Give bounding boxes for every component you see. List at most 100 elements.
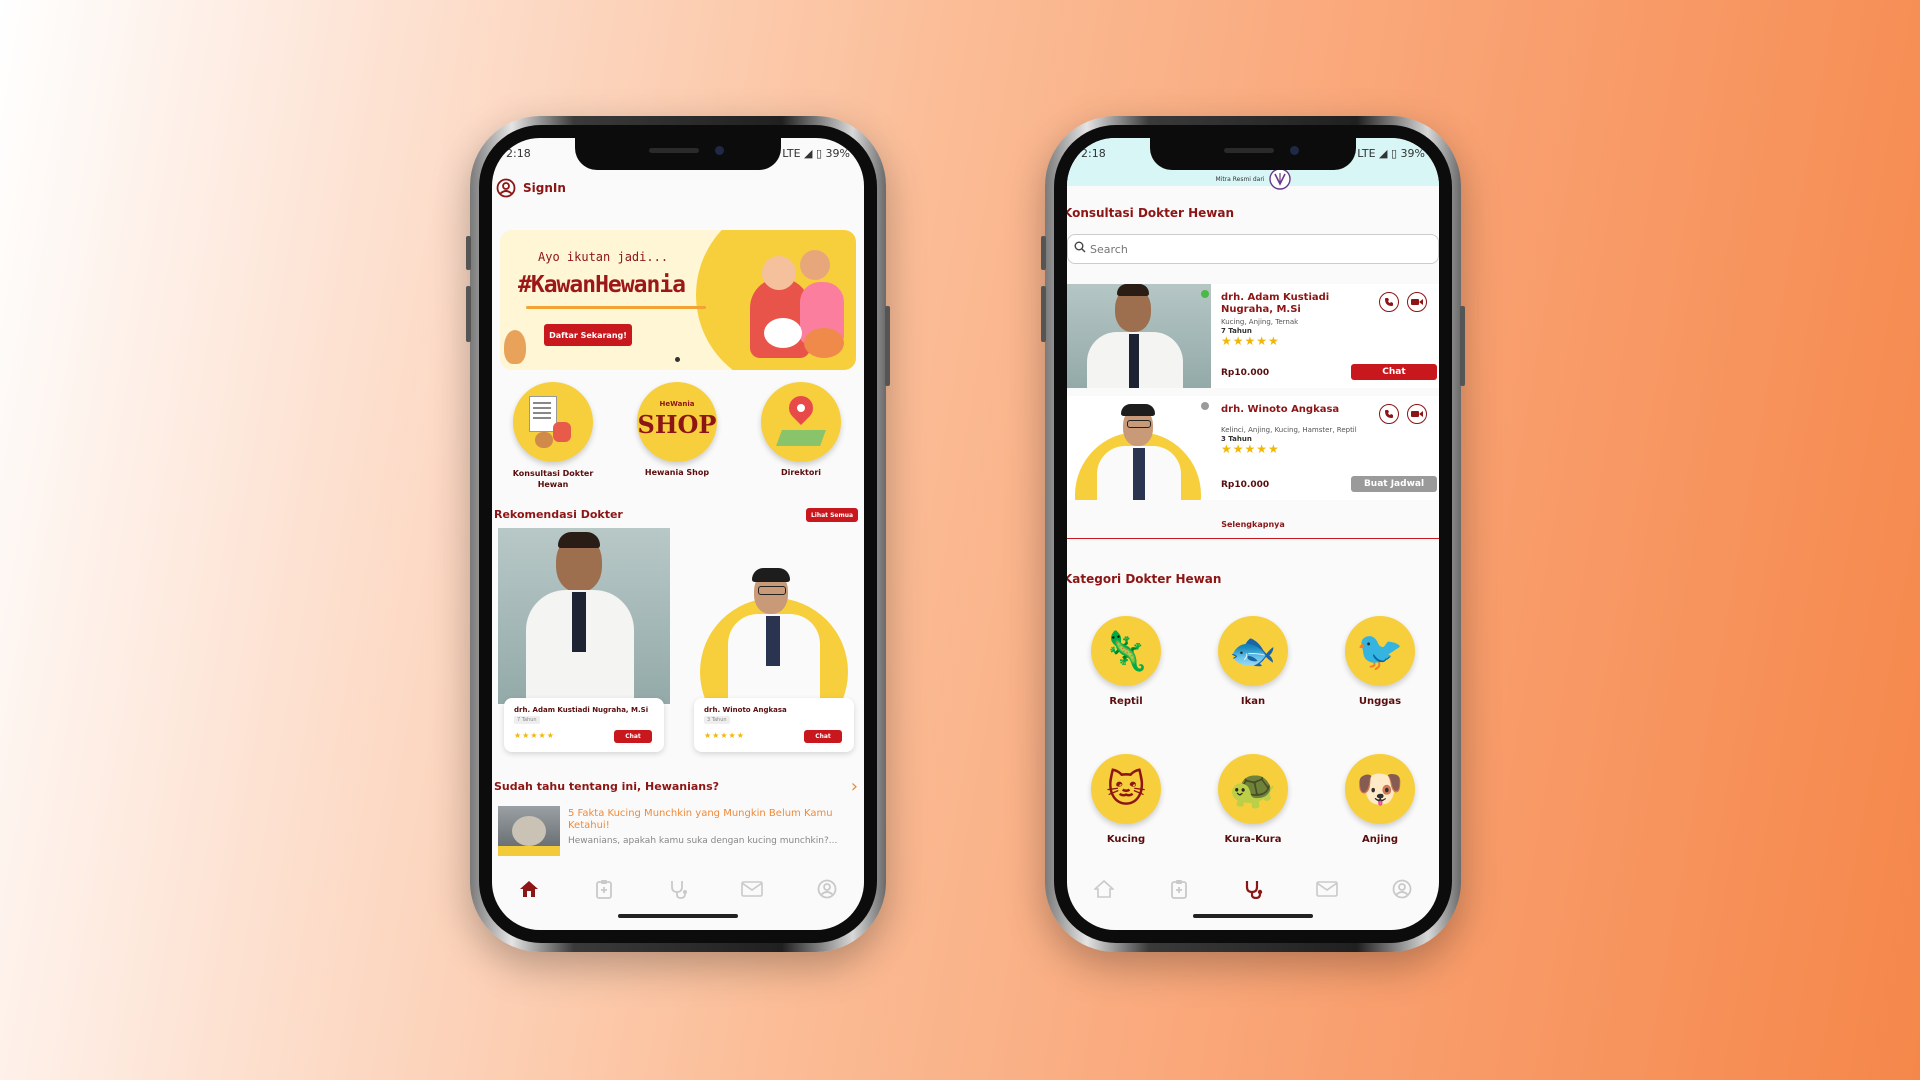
doctor-card[interactable]: drh. Adam Kustiadi Nugraha, M.Si 7 Tahun… [498,528,670,752]
article-snippet: Hewanians, apakah kamu suka dengan kucin… [568,836,838,846]
home-icon [520,881,539,897]
mail-icon [1316,881,1339,897]
video-call-icon[interactable] [1407,404,1427,424]
doctor-info-card: drh. Winoto Angkasa 3 Tahun ★★★★★ Chat [694,698,854,752]
article-thumbnail [498,806,560,856]
cat-icon: 🐱 [1091,754,1161,824]
article-item[interactable]: 5 Fakta Kucing Munchkin yang Mungkin Bel… [498,806,860,860]
nav-doctor[interactable] [663,874,693,904]
doctor-name: drh. Winoto Angkasa [1221,404,1340,415]
nav-profile[interactable] [812,874,842,904]
see-more-label: Selengkapnya [1221,520,1285,529]
schedule-button[interactable]: Buat Jadwal [1351,476,1437,492]
chat-button[interactable]: Chat [614,730,652,743]
nav-doctor[interactable] [1238,874,1268,904]
partner-logo-icon [1268,168,1291,190]
doctor-name: drh. Adam Kustiadi Nugraha, M.Si [1221,292,1330,315]
doctor-photo [688,528,860,704]
doctor-price: Rp10.000 [1221,368,1270,378]
doctor-photo [1067,284,1211,388]
doctor-rating: ★★★★★ [1221,442,1280,456]
section-title-recommend: Rekomendasi Dokter [494,508,623,521]
nav-home[interactable] [1089,874,1119,904]
promo-banner[interactable]: Ayo ikutan jadi... #KawanHewania Daftar … [500,230,856,370]
doctor-photo [498,528,670,704]
doctor-price: Rp10.000 [1221,480,1270,490]
doctor-card[interactable]: drh. Winoto Angkasa 3 Tahun ★★★★★ Chat [688,528,860,752]
category-label: Unggas [1358,696,1402,707]
see-all-button[interactable]: Lihat Semua [806,508,858,522]
home-screen: 2:18 LTE ◢ ▯ 39% SignIn Ayo ikutan jadi.… [492,138,864,930]
banner-tagline: Ayo ikutan jadi... [538,250,669,264]
category-label: Reptil [1109,696,1143,707]
menu-item-label: Direktori [780,468,822,477]
see-more-link[interactable]: Selengkapnya [1067,512,1439,539]
online-status-dot [1201,290,1209,298]
category-kucing[interactable]: 🐱 Kucing [1081,754,1171,845]
status-bar: 2:18 LTE ◢ ▯ 39% [492,147,864,163]
nav-profile[interactable] [1387,874,1417,904]
search-field[interactable] [1067,234,1439,264]
status-bar: 2:18 LTE ◢ ▯ 39% [1067,147,1439,163]
category-title: Kategori Dokter Hewan [1067,572,1222,586]
stethoscope-icon [671,881,687,899]
doctor-name: drh. Adam Kustiadi Nugraha, M.Si [514,706,649,714]
category-kura-kura[interactable]: 🐢 Kura-Kura [1208,754,1298,845]
home-icon [1094,880,1115,898]
menu-item-consultation[interactable]: Konsultasi Dokter Hewan [508,382,598,490]
category-reptil[interactable]: 🦎 Reptil [1081,616,1171,707]
nav-mail[interactable] [737,874,767,904]
nav-clipboard[interactable] [1164,874,1194,904]
nav-clipboard[interactable] [589,874,619,904]
carousel-dot [675,357,680,362]
nav-home[interactable] [514,874,544,904]
phone-icon[interactable] [1379,404,1399,424]
chevron-right-icon[interactable]: › [851,776,858,797]
user-circle-icon [496,178,516,198]
signin-link[interactable]: SignIn [496,178,566,198]
lizard-icon: 🦎 [1091,616,1161,686]
partner-text: Mitra Resmi dari [1215,175,1265,183]
user-circle-icon [817,879,837,899]
clipboard-icon [595,880,612,899]
signin-label: SignIn [523,181,566,195]
category-anjing[interactable]: 🐶 Anjing [1335,754,1425,845]
menu-item-label: Konsultasi Dokter Hewan [512,469,594,489]
status-signal: LTE ◢ ▯ 39% [782,147,850,160]
category-unggas[interactable]: 🐦 Unggas [1335,616,1425,707]
offline-status-dot [1201,402,1209,410]
register-button[interactable]: Daftar Sekarang! [544,324,632,346]
doctor-rating: ★★★★★ [1221,334,1280,348]
fish-icon: 🐟 [1218,616,1288,686]
search-input[interactable] [1088,239,1392,259]
doctor-rating: ★★★★★ [704,731,745,740]
doctor-list-item[interactable]: drh. Winoto Angkasa Kelinci, Anjing, Kuc… [1067,396,1439,500]
home-indicator [1193,914,1313,918]
search-icon [1074,241,1086,253]
category-ikan[interactable]: 🐟 Ikan [1208,616,1298,707]
banner-pet [504,330,526,364]
nav-mail[interactable] [1312,874,1342,904]
section-title-articles: Sudah tahu tentang ini, Hewanians? [494,780,720,793]
phone-icon[interactable] [1379,292,1399,312]
user-circle-icon [1392,879,1412,899]
category-label: Ikan [1240,696,1266,707]
page-title: Konsultasi Dokter Hewan [1067,206,1235,220]
banner-hashtag: #KawanHewania [518,272,686,298]
power-button [885,306,890,386]
doctor-list-item[interactable]: drh. Adam Kustiadi Nugraha, M.Si Kucing,… [1067,284,1439,388]
phone-right: 2:18 LTE ◢ ▯ 39% Mitra Resmi dari Konsul… [1041,116,1465,952]
bottom-nav [1067,870,1439,908]
volume-button [466,286,471,342]
video-call-icon[interactable] [1407,292,1427,312]
category-label: Anjing [1362,834,1398,845]
chat-button[interactable]: Chat [804,730,842,743]
menu-item-directory[interactable]: Direktori [756,382,846,477]
turtle-icon: 🐢 [1218,754,1288,824]
shop-logo-small: HeWania [659,400,695,408]
doctor-experience: 7 Tahun [514,716,540,724]
menu-item-shop[interactable]: HeWania SHOP Hewania Shop [632,382,722,477]
chat-button[interactable]: Chat [1351,364,1437,380]
video-camera-icon [1411,299,1423,305]
partner-label-row: Mitra Resmi dari [1067,168,1439,190]
